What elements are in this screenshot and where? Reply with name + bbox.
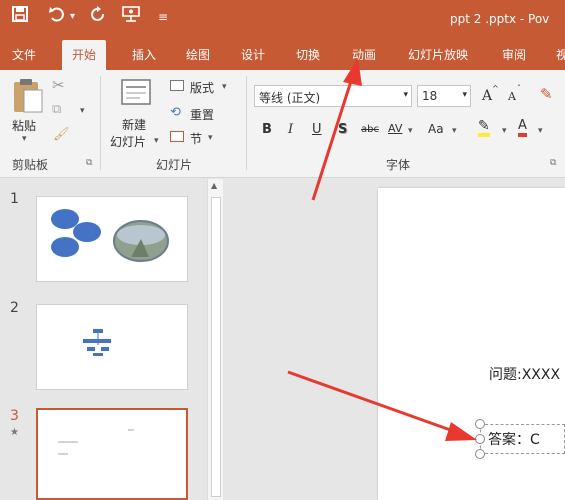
arrow-to-answer-textbox: [287, 370, 477, 441]
annotation-arrows: [287, 58, 477, 441]
arrow-to-animations-tab: [311, 58, 362, 201]
